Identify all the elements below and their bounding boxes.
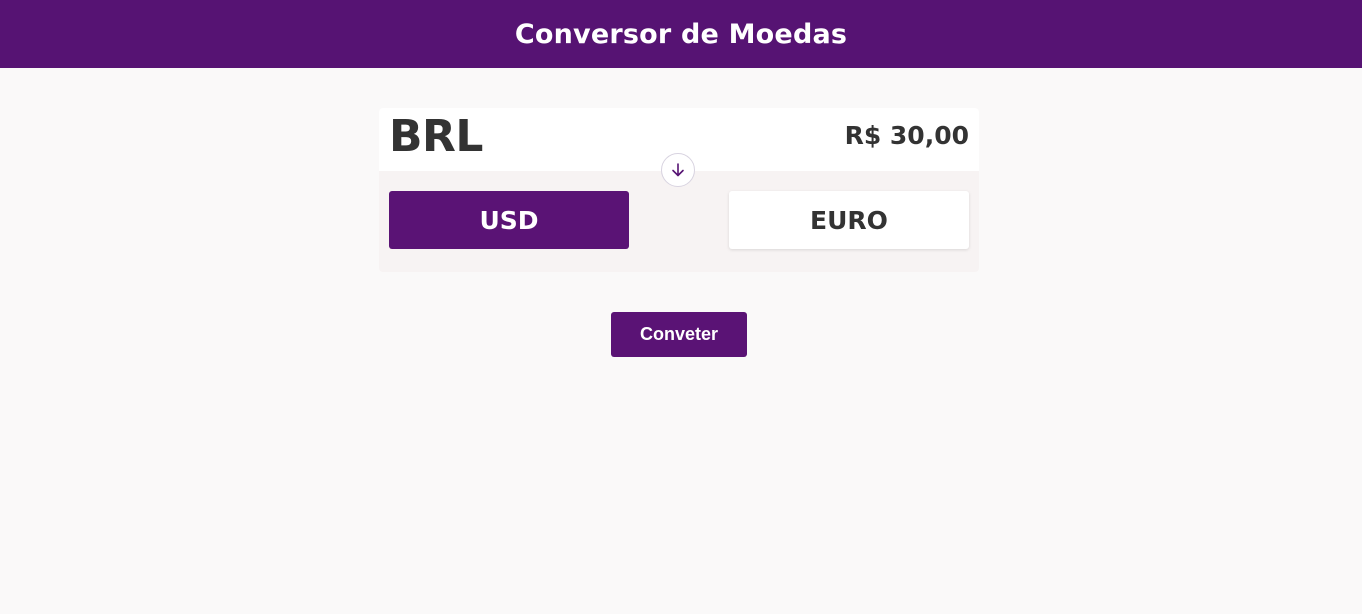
currency-option-usd[interactable]: USD: [389, 191, 629, 249]
source-currency-code: BRL: [389, 111, 483, 162]
converter-card: BRL R$ 30,00 USD EURO: [379, 108, 979, 272]
convert-button[interactable]: Conveter: [611, 312, 747, 357]
arrow-down-icon: [672, 163, 684, 177]
amount-value: R$ 30,00: [844, 121, 969, 150]
currency-option-euro[interactable]: EURO: [729, 191, 969, 249]
page-title: Conversor de Moedas: [514, 18, 848, 50]
swap-button[interactable]: [661, 153, 695, 187]
app-header: Conversor de Moedas: [0, 0, 1362, 68]
